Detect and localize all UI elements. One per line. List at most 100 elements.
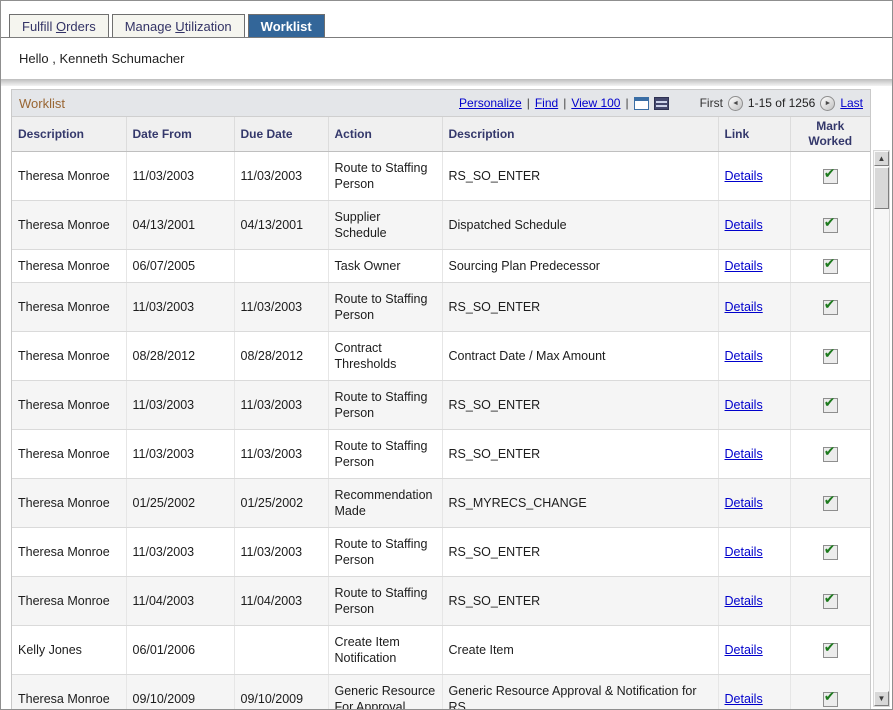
first-page-label: First [700, 96, 723, 110]
cell-link: Details [718, 283, 790, 332]
table-row: Theresa Monroe 04/13/2001 04/13/2001 Sup… [12, 201, 870, 250]
mark-worked-checkbox[interactable]: ✔ [823, 259, 838, 274]
cell-link: Details [718, 332, 790, 381]
toolbar-separator: | [625, 96, 628, 110]
page: Fulfill Orders Manage Utilization Workli… [0, 0, 893, 710]
cell-date-from: 01/25/2002 [126, 479, 234, 528]
cell-description: Theresa Monroe [12, 479, 126, 528]
details-link[interactable]: Details [725, 218, 763, 232]
details-link[interactable]: Details [725, 643, 763, 657]
cell-date-from: 11/03/2003 [126, 381, 234, 430]
cell-description: Kelly Jones [12, 626, 126, 675]
tab-manage-utilization[interactable]: Manage Utilization [112, 14, 245, 37]
details-link[interactable]: Details [725, 692, 763, 706]
scroll-down-icon[interactable]: ▼ [874, 691, 889, 706]
cell-description-2: RS_SO_ENTER [442, 152, 718, 201]
mark-worked-checkbox[interactable]: ✔ [823, 398, 838, 413]
last-page-link[interactable]: Last [840, 96, 863, 110]
content-area: Worklist Personalize | Find | View 100 |… [1, 86, 892, 709]
tab-label: Manage [125, 19, 176, 34]
cell-description-2: RS_SO_ENTER [442, 577, 718, 626]
tab-label: rders [66, 19, 96, 34]
table-row: Theresa Monroe 11/04/2003 11/04/2003 Rou… [12, 577, 870, 626]
details-link[interactable]: Details [725, 447, 763, 461]
table-row: Kelly Jones 06/01/2006 Create Item Notif… [12, 626, 870, 675]
scroll-up-icon[interactable]: ▲ [874, 151, 889, 166]
view-100-link[interactable]: View 100 [571, 96, 620, 110]
cell-description-2: RS_MYRECS_CHANGE [442, 479, 718, 528]
cell-date-from: 11/03/2003 [126, 430, 234, 479]
details-link[interactable]: Details [725, 169, 763, 183]
table-row: Theresa Monroe 11/03/2003 11/03/2003 Rou… [12, 528, 870, 577]
col-header-date-from: Date From [126, 117, 234, 152]
table-row: Theresa Monroe 11/03/2003 11/03/2003 Rou… [12, 430, 870, 479]
cell-due-date: 11/03/2003 [234, 152, 328, 201]
cell-description-2: RS_SO_ENTER [442, 381, 718, 430]
worklist-grid: Worklist Personalize | Find | View 100 |… [11, 89, 871, 709]
worklist-table: Description Date From Due Date Action De… [12, 117, 870, 709]
vertical-scrollbar[interactable]: ▲ ▼ [873, 150, 890, 707]
check-icon: ✔ [824, 639, 836, 655]
tab-fulfill-orders[interactable]: Fulfill Orders [9, 14, 109, 37]
cell-mark-worked: ✔ [790, 283, 870, 332]
cell-mark-worked: ✔ [790, 626, 870, 675]
find-link[interactable]: Find [535, 96, 558, 110]
details-link[interactable]: Details [725, 259, 763, 273]
mark-worked-checkbox[interactable]: ✔ [823, 545, 838, 560]
cell-description-2: Dispatched Schedule [442, 201, 718, 250]
mark-worked-checkbox[interactable]: ✔ [823, 169, 838, 184]
cell-link: Details [718, 626, 790, 675]
tab-worklist[interactable]: Worklist [248, 14, 325, 37]
greeting-text: Hello , Kenneth Schumacher [1, 38, 892, 79]
cell-date-from: 11/03/2003 [126, 152, 234, 201]
mark-worked-checkbox[interactable]: ✔ [823, 692, 838, 707]
details-link[interactable]: Details [725, 398, 763, 412]
check-icon: ✔ [824, 296, 836, 312]
details-link[interactable]: Details [725, 300, 763, 314]
col-header-mark-worked: Mark Worked [790, 117, 870, 152]
cell-description: Theresa Monroe [12, 528, 126, 577]
details-link[interactable]: Details [725, 496, 763, 510]
mark-worked-checkbox[interactable]: ✔ [823, 643, 838, 658]
content-top-shadow [1, 79, 892, 86]
cell-description: Theresa Monroe [12, 675, 126, 709]
mark-worked-checkbox[interactable]: ✔ [823, 349, 838, 364]
tab-label: tilization [185, 19, 232, 34]
cell-mark-worked: ✔ [790, 430, 870, 479]
check-icon: ✔ [824, 688, 836, 704]
cell-due-date: 09/10/2009 [234, 675, 328, 709]
details-link[interactable]: Details [725, 545, 763, 559]
scrollbar-thumb[interactable] [874, 167, 889, 209]
cell-action: Route to Staffing Person [328, 577, 442, 626]
mark-worked-checkbox[interactable]: ✔ [823, 594, 838, 609]
personalize-link[interactable]: Personalize [459, 96, 522, 110]
cell-date-from: 06/01/2006 [126, 626, 234, 675]
cell-link: Details [718, 250, 790, 283]
mark-worked-checkbox[interactable]: ✔ [823, 496, 838, 511]
next-page-icon[interactable]: ► [820, 96, 835, 111]
cell-due-date: 11/03/2003 [234, 283, 328, 332]
check-icon: ✔ [824, 394, 836, 410]
cell-date-from: 11/03/2003 [126, 528, 234, 577]
table-row: Theresa Monroe 11/03/2003 11/03/2003 Rou… [12, 152, 870, 201]
cell-description-2: Contract Date / Max Amount [442, 332, 718, 381]
col-header-description: Description [12, 117, 126, 152]
cell-action: Route to Staffing Person [328, 283, 442, 332]
cell-due-date: 11/03/2003 [234, 430, 328, 479]
mark-worked-checkbox[interactable]: ✔ [823, 447, 838, 462]
check-icon: ✔ [824, 165, 836, 181]
details-link[interactable]: Details [725, 594, 763, 608]
col-header-link: Link [718, 117, 790, 152]
cell-mark-worked: ✔ [790, 250, 870, 283]
mark-worked-checkbox[interactable]: ✔ [823, 218, 838, 233]
tab-label: Fulfill [22, 19, 56, 34]
grid-header-bar: Worklist Personalize | Find | View 100 |… [12, 90, 870, 117]
cell-description: Theresa Monroe [12, 201, 126, 250]
mark-worked-checkbox[interactable]: ✔ [823, 300, 838, 315]
zoom-grid-icon[interactable] [634, 97, 649, 110]
tab-label: Worklist [261, 19, 312, 34]
details-link[interactable]: Details [725, 349, 763, 363]
download-icon[interactable] [654, 97, 669, 110]
check-icon: ✔ [824, 443, 836, 459]
cell-due-date [234, 626, 328, 675]
